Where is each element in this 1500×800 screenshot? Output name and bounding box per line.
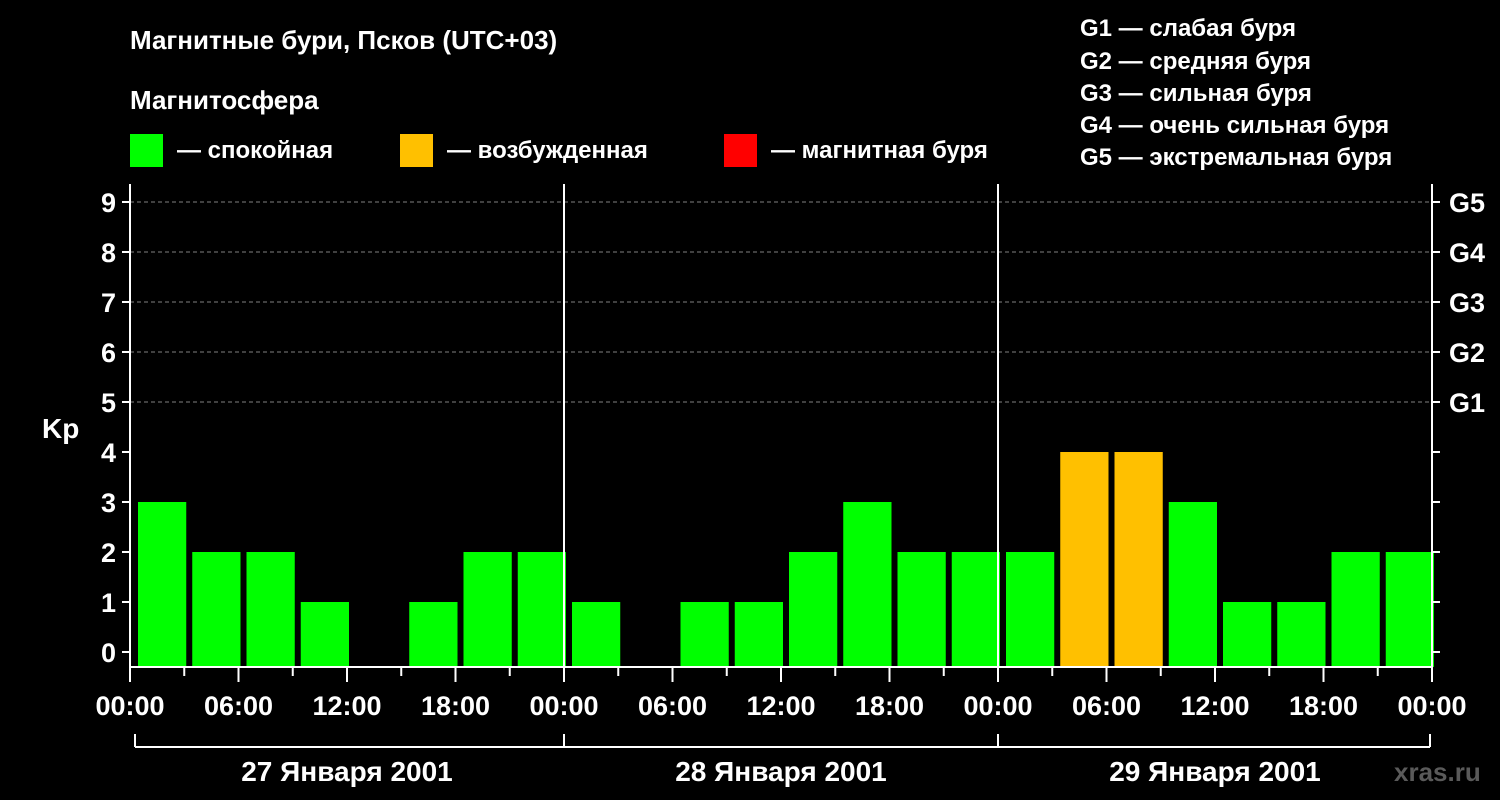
kp-bar [1331, 552, 1380, 667]
g-scale-g1: G1 — слабая буря [1080, 15, 1296, 42]
kp-bar [300, 602, 349, 667]
x-tick-label: 12:00 [1180, 691, 1249, 721]
legend-swatch-quiet [130, 134, 163, 167]
legend-swatch-storm [724, 134, 757, 167]
legend-label-quiet: — спокойная [177, 137, 333, 164]
y-tick-label: 9 [101, 188, 116, 218]
y-axis-label: Kp [42, 413, 79, 444]
y-tick-label: 8 [101, 238, 116, 268]
y-tick-label: 3 [101, 488, 116, 518]
legend-label-storm: — магнитная буря [771, 137, 988, 164]
kp-bar [1277, 602, 1326, 667]
kp-bar [517, 552, 566, 667]
kp-bar [1385, 552, 1434, 667]
kp-bar [1168, 502, 1217, 667]
chart-title: Магнитные бури, Псков (UTC+03) [130, 25, 557, 55]
y-tick-label: 0 [101, 638, 116, 668]
y-tick-label: 5 [101, 388, 116, 418]
kp-bar [843, 502, 892, 667]
legend-label-active: — возбужденная [447, 137, 648, 164]
kp-bar [192, 552, 241, 667]
kp-bar [138, 502, 187, 667]
x-tick-label: 12:00 [312, 691, 381, 721]
kp-bar [246, 552, 295, 667]
g-scale-g4: G4 — очень сильная буря [1080, 112, 1389, 139]
x-tick-label: 06:00 [1072, 691, 1141, 721]
x-tick-label: 12:00 [746, 691, 815, 721]
x-tick-label: 06:00 [638, 691, 707, 721]
day-label: 27 Января 2001 [241, 756, 453, 787]
y-tick-label: 7 [101, 288, 116, 318]
plot-area: 0 1 2 3 4 5 6 7 8 9 G1 G2 G3 G4 G5 00:00 06:00 12:00 18:00… [95, 184, 1485, 787]
g-level-label: G1 [1449, 388, 1485, 418]
x-tick-label: 00:00 [963, 691, 1032, 721]
x-tick-label: 00:00 [95, 691, 164, 721]
y-tick-label: 4 [101, 438, 116, 468]
x-tick-label: 18:00 [855, 691, 924, 721]
x-tick-label: 06:00 [204, 691, 273, 721]
kp-bar [1060, 452, 1109, 667]
y-tick-label: 6 [101, 338, 116, 368]
kp-chart: Магнитные бури, Псков (UTC+03) Магнитосф… [42, 15, 1485, 787]
kp-bar [1223, 602, 1272, 667]
kp-bar [463, 552, 512, 667]
g-scale-g3: G3 — сильная буря [1080, 80, 1312, 107]
g-level-label: G2 [1449, 338, 1485, 368]
legend-swatch-active [400, 134, 433, 167]
watermark: xras.ru [1394, 757, 1481, 787]
kp-bar [951, 552, 1000, 667]
x-tick-label: 18:00 [421, 691, 490, 721]
kp-bar [897, 552, 946, 667]
x-tick-label: 00:00 [529, 691, 598, 721]
kp-bar [1114, 452, 1163, 667]
g-level-label: G3 [1449, 288, 1485, 318]
kp-bar [1006, 552, 1055, 667]
y-tick-label: 2 [101, 538, 116, 568]
g-scale-g5: G5 — экстремальная буря [1080, 144, 1392, 171]
g-level-label: G5 [1449, 188, 1485, 218]
g-scale-g2: G2 — средняя буря [1080, 48, 1311, 75]
day-label: 29 Января 2001 [1109, 756, 1321, 787]
legend-heading: Магнитосфера [130, 85, 319, 115]
kp-bar [789, 552, 838, 667]
kp-bar [680, 602, 729, 667]
kp-bar [409, 602, 458, 667]
kp-bar [734, 602, 783, 667]
x-tick-label: 18:00 [1289, 691, 1358, 721]
x-tick-label: 00:00 [1397, 691, 1466, 721]
day-label: 28 Января 2001 [675, 756, 887, 787]
y-tick-label: 1 [101, 588, 116, 618]
g-level-label: G4 [1449, 238, 1485, 268]
kp-bar [572, 602, 621, 667]
